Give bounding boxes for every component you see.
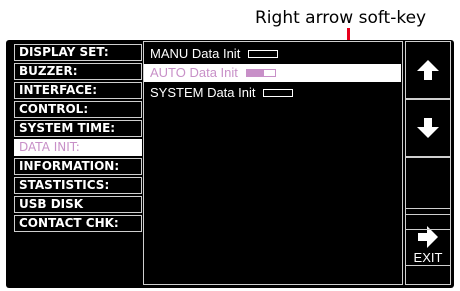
exit-label: EXIT (413, 249, 443, 265)
softkey-column: EXIT (405, 41, 453, 285)
settings-menu: DISPLAY SET: BUZZER: INTERFACE: CONTROL:… (14, 44, 142, 234)
up-arrow-icon (417, 60, 439, 80)
exit-softkey[interactable]: EXIT (405, 229, 451, 285)
option-manu-data-init[interactable]: MANU Data Init (144, 45, 401, 63)
data-init-panel: MANU Data Init AUTO Data Init SYSTEM Dat… (143, 41, 403, 285)
menu-item-display-set[interactable]: DISPLAY SET: (14, 44, 142, 61)
menu-item-contact-chk[interactable]: CONTACT CHK: (14, 215, 142, 232)
menu-item-information[interactable]: INFORMATION: (14, 158, 142, 175)
menu-item-data-init[interactable]: DATA INIT: (14, 139, 142, 156)
blank-softkey[interactable] (405, 157, 451, 215)
option-level-fill (246, 69, 264, 76)
menu-item-interface[interactable]: INTERFACE: (14, 82, 142, 99)
menu-item-system-time[interactable]: SYSTEM TIME: (14, 120, 142, 137)
menu-item-statistics[interactable]: STASTISTICS: (14, 177, 142, 194)
option-auto-data-init[interactable]: AUTO Data Init (144, 64, 401, 82)
option-level-bar (263, 88, 294, 97)
menu-item-control[interactable]: CONTROL: (14, 101, 142, 118)
option-label: MANU Data Init (150, 46, 241, 61)
up-softkey[interactable] (405, 41, 451, 99)
option-label: AUTO Data Init (150, 65, 238, 80)
down-softkey[interactable] (405, 99, 451, 157)
option-system-data-init[interactable]: SYSTEM Data Init (144, 84, 401, 102)
option-level-bar (248, 49, 279, 58)
menu-item-usb-disk[interactable]: USB DISK (14, 196, 142, 213)
callout-label: Right arrow soft-key (255, 8, 427, 28)
device-screen: DISPLAY SET: BUZZER: INTERFACE: CONTROL:… (6, 40, 454, 288)
option-level-bar (245, 68, 276, 77)
option-label: SYSTEM Data Init (150, 85, 256, 100)
menu-item-buzzer[interactable]: BUZZER: (14, 63, 142, 80)
down-arrow-icon (417, 118, 439, 138)
